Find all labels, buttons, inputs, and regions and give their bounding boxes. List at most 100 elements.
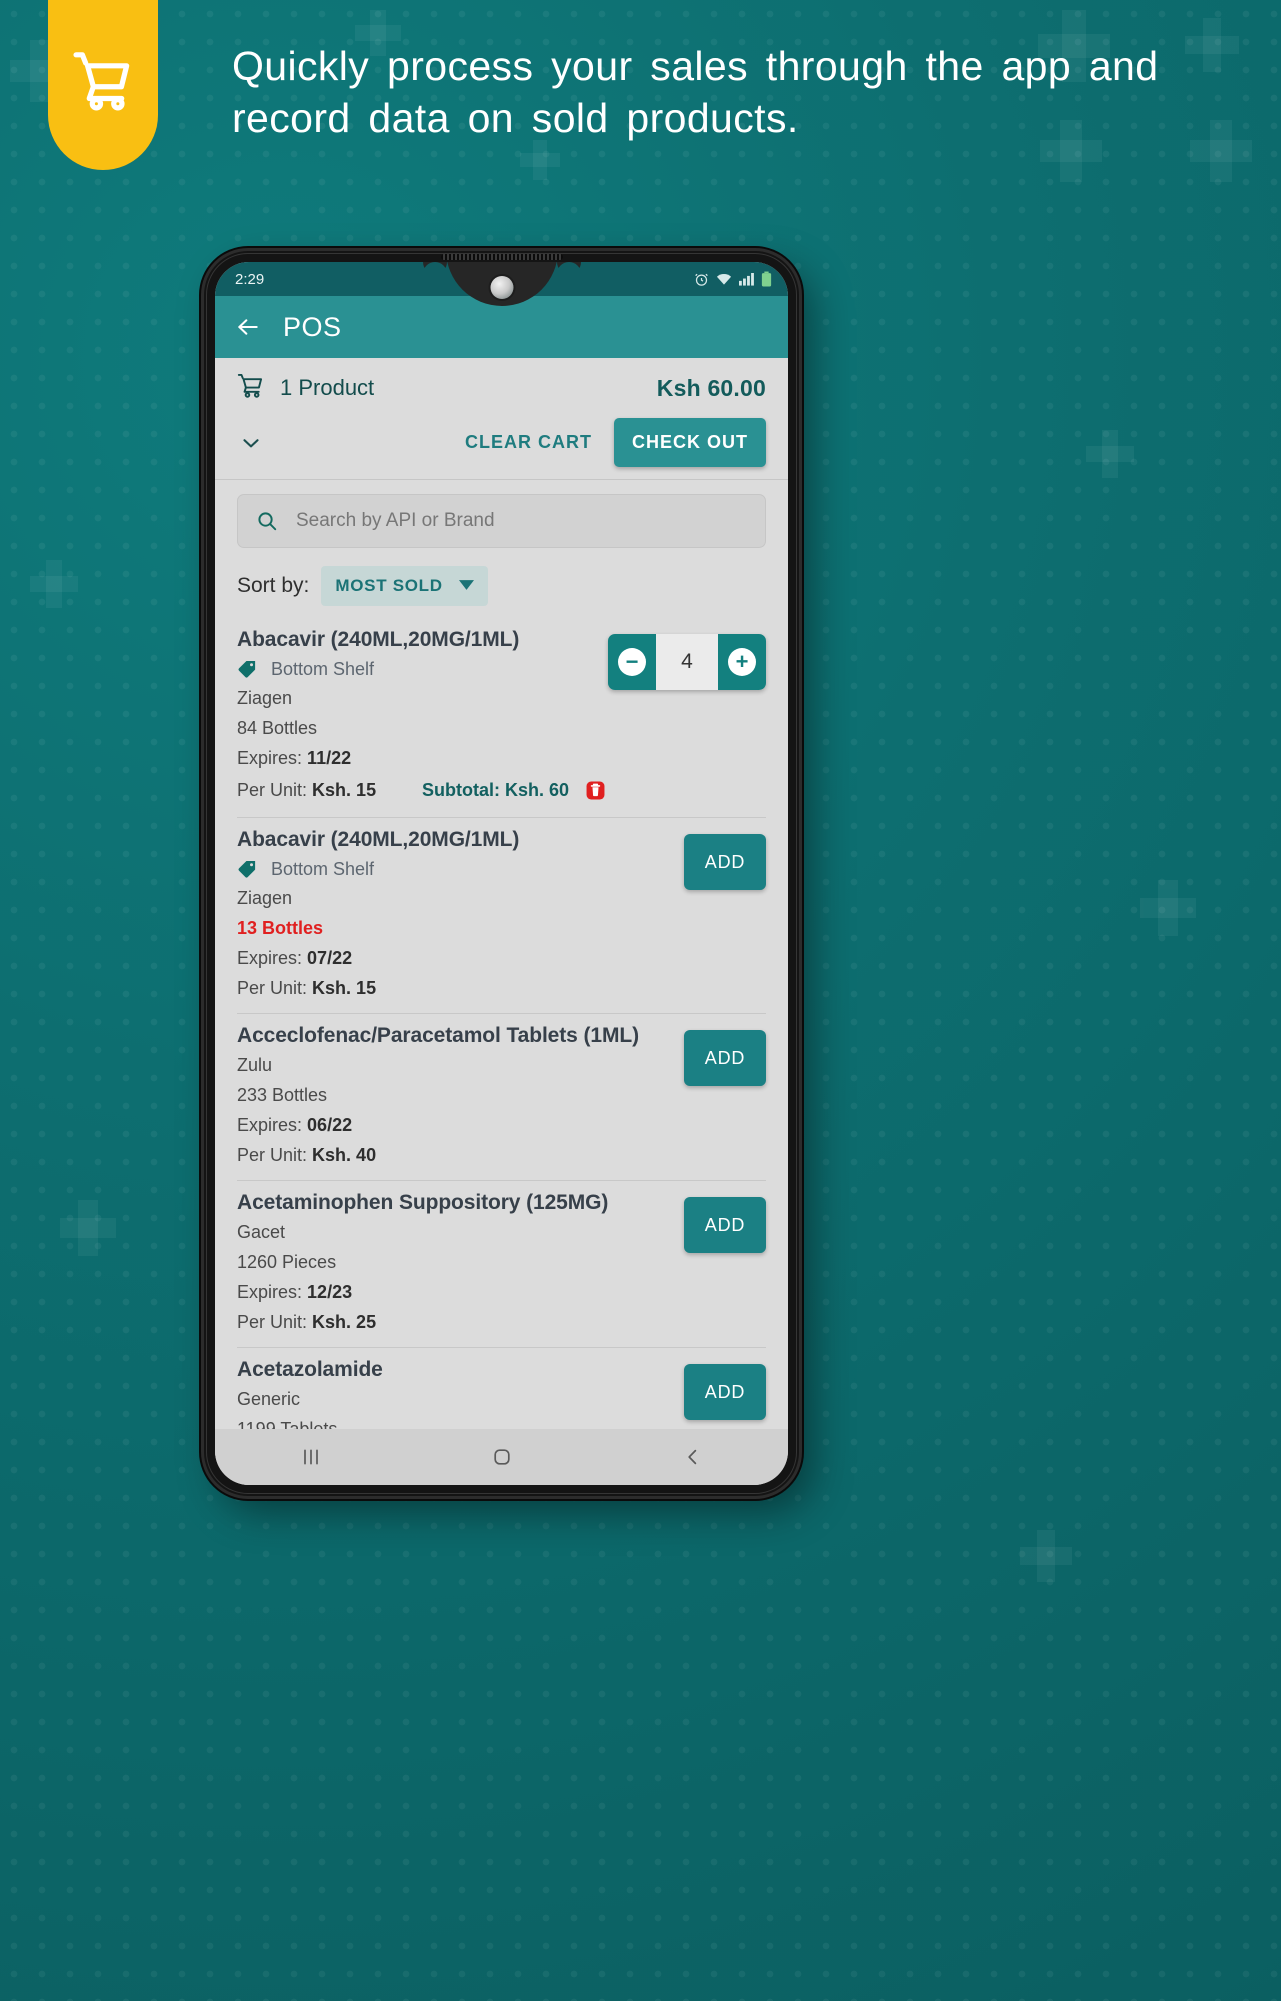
product-name: Acetazolamide xyxy=(237,1358,383,1381)
decrease-quantity-button[interactable]: − xyxy=(608,634,656,690)
unit-price-label: Per Unit: xyxy=(237,780,308,800)
search-icon xyxy=(256,510,278,532)
product-brand: Ziagen xyxy=(237,688,293,708)
add-to-cart-button[interactable]: ADD xyxy=(684,834,766,890)
clear-cart-button[interactable]: CLEAR CART xyxy=(453,426,604,459)
app-bar: POS xyxy=(215,296,788,358)
wifi-icon xyxy=(716,272,732,286)
cart-badge xyxy=(48,0,158,170)
decorative-plus-icon xyxy=(1020,1530,1072,1582)
unit-price-value: Ksh. 25 xyxy=(312,1312,377,1332)
product-brand: Ziagen xyxy=(237,888,293,908)
unit-price-value: Ksh. 15 xyxy=(312,780,377,800)
sort-dropdown[interactable]: MOST SOLD xyxy=(321,566,488,606)
android-nav-bar xyxy=(215,1429,788,1485)
checkout-button[interactable]: CHECK OUT xyxy=(614,418,766,467)
product-unit-price: Per Unit: Ksh. 40 xyxy=(237,1145,684,1166)
product-shelf: Bottom Shelf xyxy=(237,859,684,880)
product-name: Abacavir (240ML,20MG/1ML) xyxy=(237,828,520,851)
product-row[interactable]: Abacavir (240ML,20MG/1ML) Bottom Shelf Z… xyxy=(237,618,766,818)
product-expiry: Expires: 12/23 xyxy=(237,1282,684,1303)
product-stock: 1199 Tablets xyxy=(237,1419,338,1429)
product-unit-price: Per Unit: Ksh. 25 xyxy=(237,1312,684,1333)
expiry-value: 11/22 xyxy=(307,748,352,768)
page-title: POS xyxy=(283,311,342,342)
search-input[interactable] xyxy=(296,510,747,532)
expiry-value: 07/22 xyxy=(307,948,353,968)
product-unit-price: Per Unit: Ksh. 15 xyxy=(237,780,376,801)
search-section xyxy=(215,480,788,548)
quantity-value: 4 xyxy=(656,634,718,690)
recents-icon[interactable] xyxy=(270,1438,352,1476)
cart-item-count: 1 Product xyxy=(280,375,375,400)
product-shelf-label: Bottom Shelf xyxy=(271,659,375,679)
arrow-left-icon[interactable] xyxy=(235,314,261,340)
product-row[interactable]: Abacavir (240ML,20MG/1ML) Bottom Shelf Z… xyxy=(237,818,766,1014)
plus-icon: + xyxy=(728,648,756,676)
product-stock: 13 Bottles xyxy=(237,918,324,938)
product-row[interactable]: Acetaminophen Suppository (125MG) Gacet … xyxy=(237,1181,766,1348)
promo-banner: Quickly process your sales through the a… xyxy=(0,0,1281,215)
tag-icon xyxy=(237,659,258,680)
back-chevron-icon[interactable] xyxy=(652,1438,734,1476)
product-stock: 233 Bottles xyxy=(237,1085,328,1105)
expiry-value: 12/23 xyxy=(307,1282,353,1302)
sort-label: Sort by: xyxy=(237,574,310,597)
product-list[interactable]: Abacavir (240ML,20MG/1ML) Bottom Shelf Z… xyxy=(215,618,788,1429)
unit-price-value: Ksh. 15 xyxy=(312,978,377,998)
add-to-cart-button[interactable]: ADD xyxy=(684,1364,766,1420)
quantity-stepper[interactable]: − 4 + xyxy=(608,634,766,690)
add-to-cart-button[interactable]: ADD xyxy=(684,1197,766,1253)
signal-icon xyxy=(739,272,754,286)
expiry-label: Expires: xyxy=(237,1282,303,1302)
product-shelf: Bottom Shelf xyxy=(237,659,608,680)
home-icon[interactable] xyxy=(461,1438,543,1476)
sort-section: Sort by: MOST SOLD xyxy=(215,548,788,618)
unit-price-value: Ksh. 40 xyxy=(312,1145,377,1165)
product-price-row: Per Unit: Ksh. 15 Subtotal: Ksh. 60 xyxy=(237,778,608,803)
phone-speaker xyxy=(440,254,563,260)
main-content: Sort by: MOST SOLD Abacavir (240ML,20MG/… xyxy=(215,480,788,1429)
expiry-label: Expires: xyxy=(237,748,303,768)
decorative-plus-icon xyxy=(60,1200,116,1256)
cart-count-group: 1 Product xyxy=(237,372,374,404)
product-expiry: Expires: 07/22 xyxy=(237,948,684,969)
product-name: Acceclofenac/Paracetamol Tablets (1ML) xyxy=(237,1024,639,1047)
product-stock: 84 Bottles xyxy=(237,718,318,738)
status-icon-group xyxy=(694,271,772,287)
add-to-cart-button[interactable]: ADD xyxy=(684,1030,766,1086)
unit-price-label: Per Unit: xyxy=(237,1145,308,1165)
product-stock: 1260 Pieces xyxy=(237,1252,337,1272)
cart-summary: 1 Product Ksh 60.00 CLEAR CART CHECK OUT xyxy=(215,358,788,480)
product-subtotal: Subtotal: Ksh. 60 xyxy=(421,780,569,800)
search-bar[interactable] xyxy=(237,494,766,548)
sort-selected-value: MOST SOLD xyxy=(335,576,443,595)
status-bar: 2:29 xyxy=(215,262,788,296)
status-time: 2:29 xyxy=(235,270,265,288)
expiry-label: Expires: xyxy=(237,1115,303,1135)
product-shelf-label: Bottom Shelf xyxy=(271,859,375,879)
product-name: Acetaminophen Suppository (125MG) xyxy=(237,1191,609,1214)
product-expiry: Expires: 06/22 xyxy=(237,1115,684,1136)
increase-quantity-button[interactable]: + xyxy=(718,634,766,690)
decorative-plus-icon xyxy=(30,560,78,608)
banner-text: Quickly process your sales through the a… xyxy=(232,43,1159,142)
unit-price-label: Per Unit: xyxy=(237,1312,308,1332)
product-expiry: Expires: 11/22 xyxy=(237,748,608,769)
decorative-plus-icon xyxy=(1086,430,1134,478)
cart-total-amount: Ksh 60.00 xyxy=(656,374,766,401)
product-subtotal-group: Subtotal: Ksh. 60 xyxy=(422,778,608,803)
product-row[interactable]: Acetazolamide Generic 1199 Tablets Expir… xyxy=(237,1348,766,1429)
minus-icon: − xyxy=(618,648,646,676)
battery-icon xyxy=(761,271,772,287)
expiry-label: Expires: xyxy=(237,948,303,968)
product-row[interactable]: Acceclofenac/Paracetamol Tablets (1ML) Z… xyxy=(237,1014,766,1181)
product-unit-price: Per Unit: Ksh. 15 xyxy=(237,978,684,999)
cart-summary-top-row: 1 Product Ksh 60.00 xyxy=(237,372,766,404)
cart-summary-bottom-row: CLEAR CART CHECK OUT xyxy=(237,418,766,467)
phone-mockup: 2:29 POS 1 Product Ksh 60.00 CLEAR CART … xyxy=(204,251,799,1496)
chevron-down-icon[interactable] xyxy=(237,427,265,459)
product-name: Abacavir (240ML,20MG/1ML) xyxy=(237,628,520,651)
decorative-plus-icon xyxy=(1140,880,1196,936)
trash-icon[interactable] xyxy=(583,778,608,803)
